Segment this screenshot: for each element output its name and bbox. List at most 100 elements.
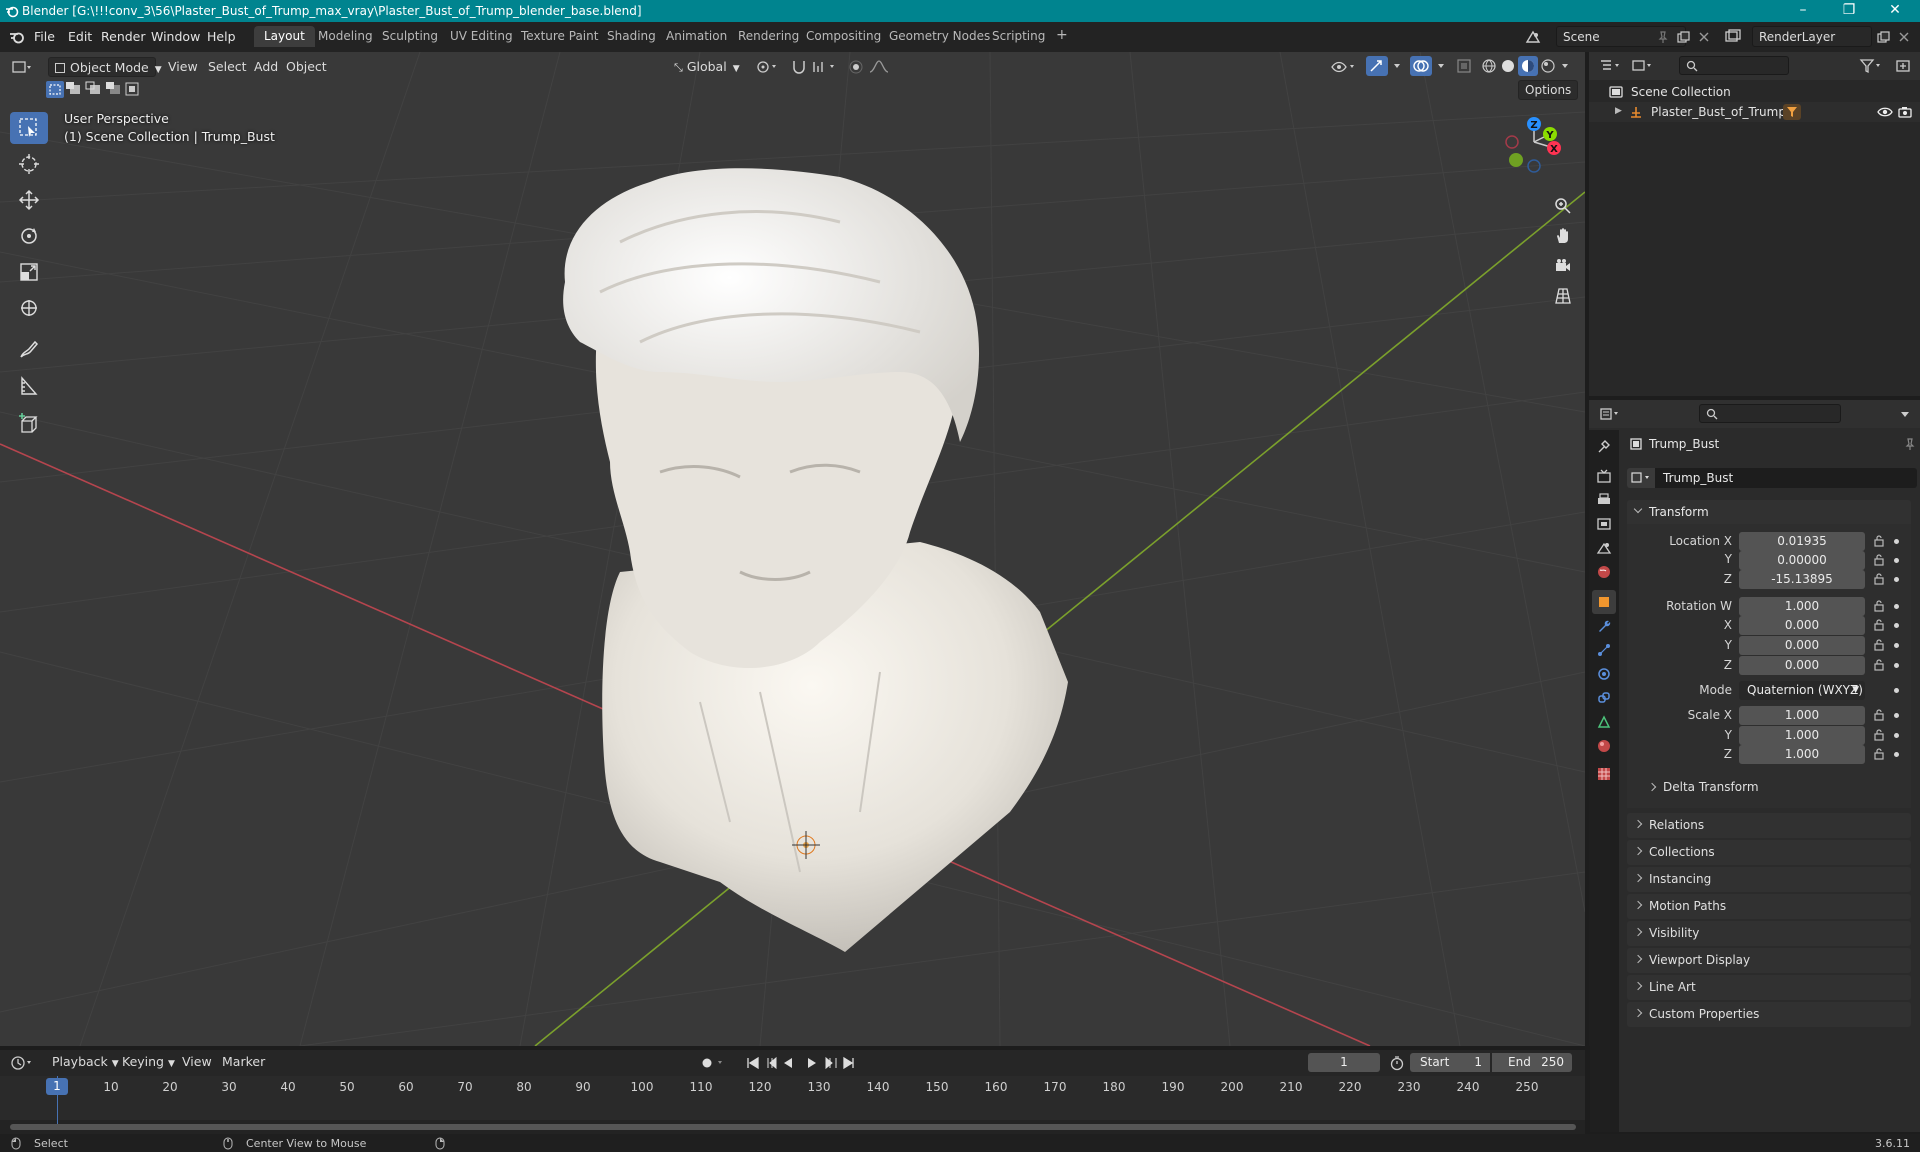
scene-icon[interactable] — [1524, 28, 1542, 46]
rendered-shading-icon[interactable] — [1540, 58, 1556, 74]
tab-material[interactable] — [1592, 734, 1616, 758]
tab-data[interactable] — [1592, 710, 1616, 734]
tab-scene[interactable] — [1592, 536, 1616, 560]
maximize-button[interactable]: ❐ — [1826, 0, 1872, 22]
menu-edit[interactable]: Edit — [68, 29, 92, 44]
lock-icon[interactable] — [1872, 599, 1886, 613]
keyframe-dot[interactable] — [1894, 643, 1899, 648]
modifier-badge[interactable] — [1783, 104, 1801, 120]
tab-texture[interactable] — [1592, 762, 1616, 786]
render-layer-selector[interactable]: RenderLayer — [1752, 26, 1872, 47]
keyframe-dot[interactable] — [1894, 604, 1899, 609]
measure-tool[interactable] — [10, 370, 48, 402]
gizmo-toggle-button[interactable] — [1366, 56, 1388, 76]
outliner-editor-icon[interactable] — [1599, 58, 1623, 74]
rotation-w-field[interactable]: 1.000 — [1739, 597, 1865, 616]
move-tool[interactable] — [10, 184, 48, 216]
viewport-display-panel[interactable]: Viewport Display — [1627, 948, 1911, 973]
tab-animation[interactable]: Animation — [656, 26, 737, 47]
visibility-panel[interactable]: Visibility — [1627, 921, 1911, 946]
tab-output[interactable] — [1592, 488, 1616, 512]
line-art-panel[interactable]: Line Art — [1627, 975, 1911, 1000]
object-name-field[interactable]: Trump_Bust — [1655, 468, 1917, 488]
chevron-down-icon[interactable] — [1899, 408, 1911, 420]
snap-target-icon[interactable] — [812, 59, 840, 75]
tab-tool[interactable] — [1592, 434, 1616, 458]
tab-texture-paint[interactable]: Texture Paint — [511, 26, 608, 47]
options-button[interactable]: Options — [1518, 80, 1579, 100]
object-data-row[interactable]: Trump_Bust — [1627, 468, 1917, 488]
menu-window[interactable]: Window — [151, 29, 200, 44]
pan-button[interactable] — [1548, 222, 1578, 250]
rotation-y-field[interactable]: 0.000 — [1739, 636, 1865, 655]
new-collection-icon[interactable] — [1895, 58, 1913, 74]
location-x-field[interactable]: 0.01935 — [1739, 532, 1865, 551]
expand-arrow-icon[interactable]: ▶ — [1615, 106, 1622, 116]
solid-shading-icon[interactable] — [1500, 58, 1516, 74]
lock-icon[interactable] — [1872, 708, 1886, 722]
tab-particles[interactable] — [1592, 638, 1616, 662]
tab-constraints[interactable] — [1592, 686, 1616, 710]
lock-icon[interactable] — [1872, 728, 1886, 742]
annotate-tool[interactable] — [10, 334, 48, 366]
keyframe-dot[interactable] — [1894, 733, 1899, 738]
editor-type-icon[interactable] — [12, 59, 34, 75]
lock-icon[interactable] — [1872, 618, 1886, 632]
tab-scripting[interactable]: Scripting — [982, 26, 1055, 47]
minimize-button[interactable]: – — [1780, 0, 1826, 22]
rotation-x-field[interactable]: 0.000 — [1739, 616, 1865, 635]
mode-selector[interactable]: Object Mode ▼ — [48, 57, 162, 77]
delete-scene-icon[interactable] — [1698, 31, 1710, 43]
lock-icon[interactable] — [1872, 638, 1886, 652]
tab-world[interactable] — [1592, 560, 1616, 584]
motion-paths-panel[interactable]: Motion Paths — [1627, 894, 1911, 919]
delete-layer-icon[interactable] — [1898, 31, 1910, 43]
pin-icon[interactable] — [1903, 437, 1917, 451]
tab-sculpting[interactable]: Sculpting — [372, 26, 448, 47]
custom-properties-panel[interactable]: Custom Properties — [1627, 1002, 1911, 1027]
blender-menu-icon[interactable] — [9, 30, 25, 44]
chevron-down-icon[interactable] — [1560, 60, 1570, 72]
keyframe-dot[interactable] — [1894, 558, 1899, 563]
rotation-mode-select[interactable]: Quaternion (WXYZ) ▼ — [1739, 681, 1865, 700]
chevron-down-icon[interactable] — [1436, 60, 1446, 72]
tab-render[interactable] — [1592, 464, 1616, 488]
scale-x-field[interactable]: 1.000 — [1739, 706, 1865, 725]
new-scene-icon[interactable] — [1676, 30, 1690, 44]
keyframe-dot[interactable] — [1894, 688, 1899, 693]
rotation-z-field[interactable]: 0.000 — [1739, 656, 1865, 675]
vp-menu-object[interactable]: Object — [280, 57, 333, 77]
properties-search-input[interactable] — [1699, 404, 1841, 423]
vp-menu-view[interactable]: View — [162, 57, 204, 77]
collections-panel[interactable]: Collections — [1627, 840, 1911, 865]
select-box-tool[interactable] — [10, 112, 48, 144]
falloff-icon[interactable] — [868, 59, 890, 75]
vp-menu-select[interactable]: Select — [202, 57, 253, 77]
tab-layout[interactable]: Layout — [254, 26, 315, 47]
rotate-tool[interactable] — [10, 220, 48, 252]
keyframe-dot[interactable] — [1894, 623, 1899, 628]
visibility-filter-icon[interactable] — [1330, 59, 1358, 75]
close-window-button[interactable]: ✕ — [1872, 0, 1918, 22]
lock-icon[interactable] — [1872, 572, 1886, 586]
lock-icon[interactable] — [1872, 747, 1886, 761]
keyframe-dot[interactable] — [1894, 577, 1899, 582]
tab-modifiers[interactable] — [1592, 614, 1616, 638]
pin-icon[interactable] — [1656, 30, 1670, 44]
navigation-gizmo[interactable]: Z Y X — [1498, 112, 1570, 184]
vp-menu-add[interactable]: Add — [248, 57, 284, 77]
wireframe-shading-icon[interactable] — [1481, 58, 1497, 74]
scale-z-field[interactable]: 1.000 — [1739, 745, 1865, 764]
tab-physics[interactable] — [1592, 662, 1616, 686]
keyframe-dot[interactable] — [1894, 663, 1899, 668]
menu-help[interactable]: Help — [207, 29, 236, 44]
menu-render[interactable]: Render — [101, 29, 146, 44]
lock-icon[interactable] — [1872, 534, 1886, 548]
tab-compositing[interactable]: Compositing — [796, 26, 891, 47]
scale-tool[interactable] — [10, 256, 48, 288]
relations-panel[interactable]: Relations — [1627, 813, 1911, 838]
menu-file[interactable]: File — [34, 29, 55, 44]
tab-object[interactable] — [1592, 590, 1616, 614]
properties-editor-icon[interactable] — [1599, 406, 1623, 422]
filter-icon[interactable] — [1859, 58, 1885, 74]
